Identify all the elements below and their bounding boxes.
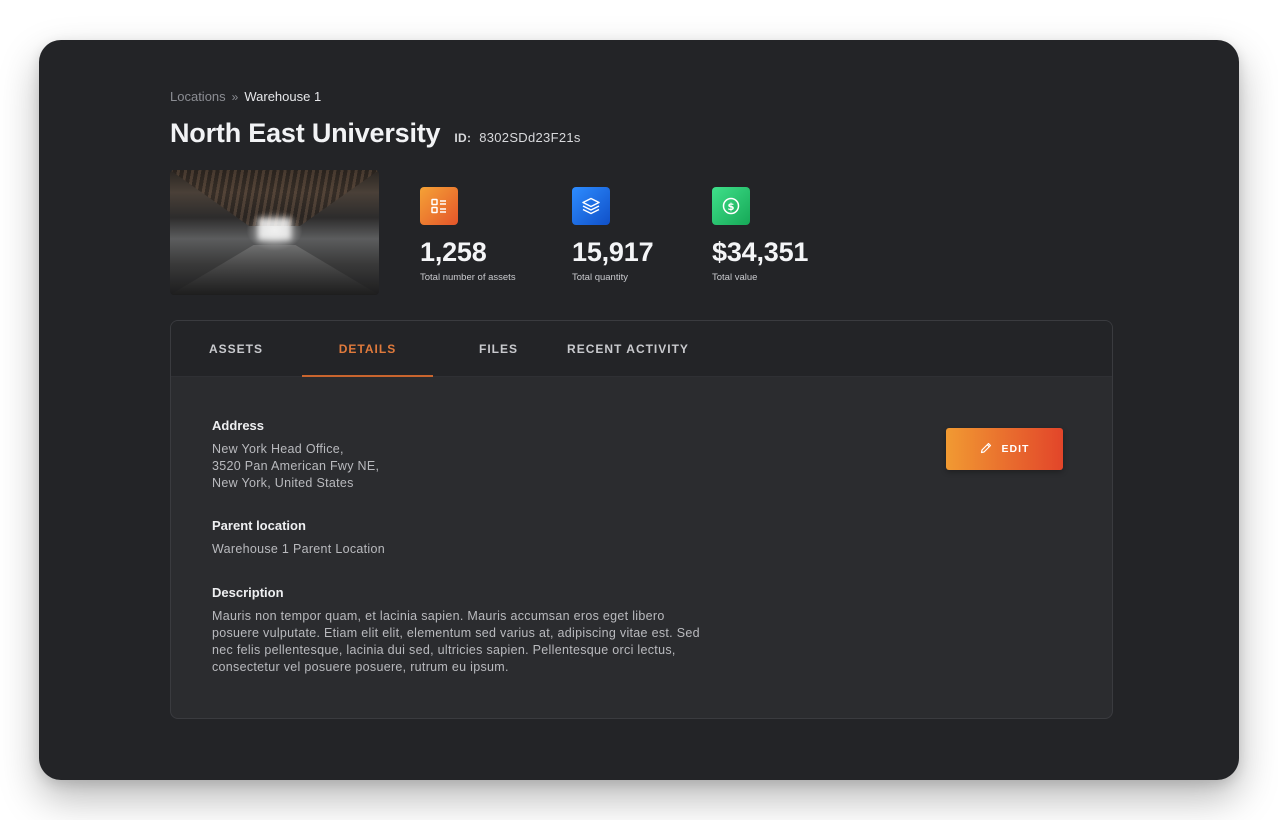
title-row: North East University ID: 8302SDd23F21s xyxy=(170,118,581,149)
description-line: posuere vulputate. Etiam elit elit, elem… xyxy=(212,626,700,640)
breadcrumb-current: Warehouse 1 xyxy=(244,89,322,104)
parent-location-label: Parent location xyxy=(212,518,306,533)
address-line: New York, United States xyxy=(212,476,354,490)
app-window: Locations » Warehouse 1 North East Unive… xyxy=(39,40,1239,780)
address-section: Address New York Head Office, 3520 Pan A… xyxy=(212,418,379,492)
description-label: Description xyxy=(212,585,284,600)
stat-label: Total number of assets xyxy=(420,272,516,283)
stat-total-quantity: 15,917 Total quantity xyxy=(572,187,654,283)
details-card: ASSETS DETAILS FILES RECENT ACTIVITY Add… xyxy=(170,320,1113,719)
tab-assets[interactable]: ASSETS xyxy=(191,321,281,377)
dollar-circle-icon: $ xyxy=(712,187,750,225)
stat-value: $34,351 xyxy=(712,237,809,267)
edit-button[interactable]: EDIT xyxy=(946,428,1063,470)
tab-files[interactable]: FILES xyxy=(461,321,536,377)
parent-location-value: Warehouse 1 Parent Location xyxy=(212,542,386,556)
parent-location-section: Parent location Warehouse 1 Parent Locat… xyxy=(212,518,385,558)
description-line: consectetur vel posuere posuere, rutrum … xyxy=(212,660,509,674)
description-line: Mauris non tempor quam, et lacinia sapie… xyxy=(212,609,665,623)
layers-icon xyxy=(572,187,610,225)
warehouse-photo xyxy=(170,170,379,295)
breadcrumb-root-link[interactable]: Locations xyxy=(170,89,226,104)
id-value: 8302SDd23F21s xyxy=(479,130,581,145)
page-title: North East University xyxy=(170,118,441,148)
stat-label: Total quantity xyxy=(572,272,628,283)
stat-label: Total value xyxy=(712,272,758,283)
address-value: New York Head Office, 3520 Pan American … xyxy=(212,441,379,492)
stat-value: 15,917 xyxy=(572,237,654,267)
id-label: ID: xyxy=(454,131,472,145)
address-line: 3520 Pan American Fwy NE, xyxy=(212,459,380,473)
breadcrumb: Locations » Warehouse 1 xyxy=(170,89,321,104)
svg-text:$: $ xyxy=(728,202,735,213)
tab-details[interactable]: DETAILS xyxy=(302,321,433,377)
description-line: nec felis pellentesque, lacinia dui sed,… xyxy=(212,643,676,657)
tab-bar: ASSETS DETAILS FILES RECENT ACTIVITY xyxy=(171,321,1112,377)
address-line: New York Head Office, xyxy=(212,442,344,456)
address-label: Address xyxy=(212,418,265,433)
description-value: Mauris non tempor quam, et lacinia sapie… xyxy=(212,608,752,676)
pencil-icon xyxy=(980,442,992,457)
stat-value: 1,258 xyxy=(420,237,487,267)
tab-recent-activity[interactable]: RECENT ACTIVITY xyxy=(563,321,693,377)
location-id: ID: 8302SDd23F21s xyxy=(454,130,580,145)
stat-total-assets: 1,258 Total number of assets xyxy=(420,187,516,283)
description-section: Description Mauris non tempor quam, et l… xyxy=(212,585,752,676)
breadcrumb-separator-icon: » xyxy=(231,89,239,104)
stat-total-value: $ $34,351 Total value xyxy=(712,187,808,283)
edit-button-label: EDIT xyxy=(1001,443,1030,455)
list-icon xyxy=(420,187,458,225)
